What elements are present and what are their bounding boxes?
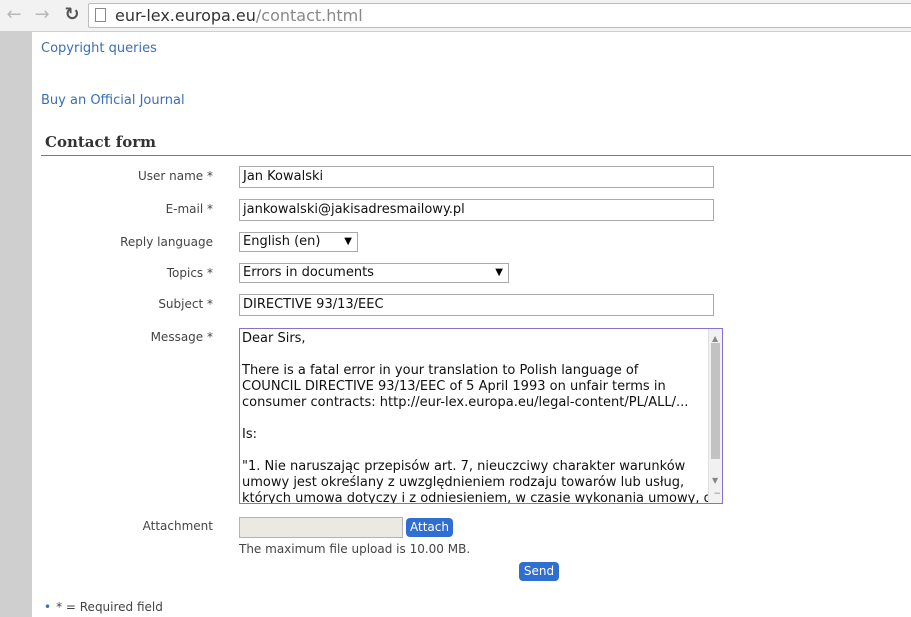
email-input[interactable]: jankowalski@jakisadresmailowy.pl: [239, 199, 714, 221]
scrollbar-thumb[interactable]: [711, 343, 720, 459]
contact-form-title: Contact form: [45, 133, 157, 151]
page-icon: [95, 8, 106, 22]
required-field-text: * = Required field: [56, 600, 163, 614]
reply-language-value: English (en): [243, 234, 321, 249]
topics-value: Errors in documents: [243, 265, 374, 280]
back-arrow-icon[interactable]: ←: [3, 4, 25, 26]
message-label: Message *: [150, 330, 213, 344]
email-label: E-mail *: [165, 202, 213, 216]
upload-limit-hint: The maximum file upload is 10.00 MB.: [239, 542, 471, 556]
address-bar[interactable]: eur-lex.europa.eu/contact.html: [88, 3, 911, 28]
subject-label: Subject *: [158, 297, 213, 311]
forward-arrow-icon[interactable]: →: [31, 4, 53, 26]
required-field-note: • * = Required field: [44, 600, 163, 614]
url-path: /contact.html: [255, 6, 363, 25]
user-name-label: User name *: [137, 169, 213, 183]
dropdown-arrow-icon: ▼: [344, 236, 352, 247]
message-text: Dear Sirs, There is a fatal error in you…: [242, 331, 720, 504]
message-textarea[interactable]: Dear Sirs, There is a fatal error in you…: [239, 328, 723, 504]
reply-language-label: Reply language: [120, 235, 213, 249]
copyright-queries-link[interactable]: Copyright queries: [41, 41, 157, 56]
topics-label: Topics *: [166, 266, 213, 280]
message-scrollbar[interactable]: ▲ ▼: [708, 329, 722, 503]
resize-grip-icon[interactable]: −: [713, 486, 721, 502]
user-name-input[interactable]: Jan Kowalski: [239, 166, 714, 188]
page-content: Copyright queries Buy an Official Journa…: [32, 32, 911, 617]
subject-input[interactable]: DIRECTIVE 93/13/EEC: [239, 294, 714, 316]
reply-language-select[interactable]: English (en) ▼: [239, 232, 358, 252]
url-domain: eur-lex.europa.eu: [115, 6, 256, 25]
attachment-label: Attachment: [142, 519, 213, 533]
send-button[interactable]: Send: [519, 562, 559, 581]
dropdown-arrow-icon: ▼: [495, 267, 503, 278]
left-sidebar: [0, 32, 32, 617]
topics-select[interactable]: Errors in documents ▼: [239, 263, 509, 283]
attach-button[interactable]: Attach: [406, 518, 453, 537]
bullet-icon: •: [44, 600, 52, 614]
buy-official-journal-link[interactable]: Buy an Official Journal: [41, 93, 185, 108]
reload-icon[interactable]: ↻: [61, 4, 83, 26]
browser-toolbar: ← → ↻ eur-lex.europa.eu/contact.html: [0, 0, 911, 32]
section-divider: [41, 155, 911, 156]
url-text: eur-lex.europa.eu/contact.html: [115, 4, 363, 27]
attachment-file-field[interactable]: [239, 517, 403, 538]
